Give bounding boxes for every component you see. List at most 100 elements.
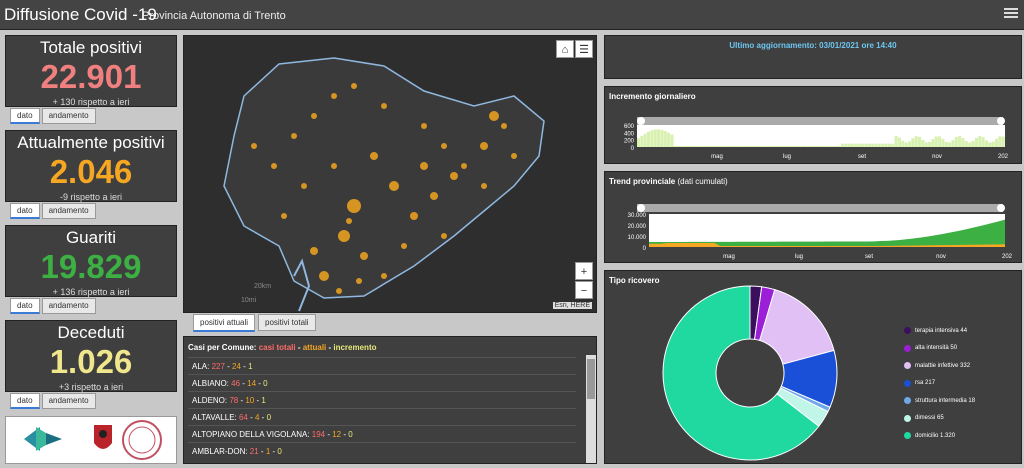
map-point[interactable] (441, 233, 447, 239)
map-point[interactable] (410, 212, 418, 220)
tab-positivi-totali[interactable]: positivi totali (258, 314, 316, 331)
map-point[interactable] (281, 213, 287, 219)
map-point[interactable] (331, 163, 337, 169)
range-slider-track[interactable] (637, 204, 1003, 212)
chart-canvas[interactable]: 30.000 20.000 10.000 0 mag lug set nov 202 (605, 172, 1023, 264)
map-point[interactable] (501, 123, 507, 129)
bar (944, 141, 948, 147)
bar (660, 129, 664, 147)
legend-item[interactable]: terapia intensiva 44 (904, 327, 967, 334)
map-point[interactable] (481, 183, 487, 189)
map-point[interactable] (311, 113, 317, 119)
map-point[interactable] (251, 143, 257, 149)
map-point[interactable] (389, 181, 399, 191)
map-point[interactable] (370, 152, 378, 160)
range-slider-handle-start[interactable] (637, 204, 645, 212)
chart-canvas[interactable]: 600400 2000 mag lug set nov 202 (605, 87, 1023, 165)
legend-item[interactable]: malattie infettive 332 (904, 362, 970, 369)
bar (817, 145, 821, 147)
range-slider-track[interactable] (637, 117, 1003, 125)
list-icon[interactable]: ☰ (575, 40, 593, 58)
map-point[interactable] (511, 153, 517, 159)
province-border (223, 57, 545, 299)
range-slider-handle-end[interactable] (997, 204, 1005, 212)
tab-dato[interactable]: dato (10, 108, 40, 124)
legend-swatch (904, 397, 911, 404)
map-point[interactable] (381, 103, 387, 109)
legend-item[interactable]: struttura intermedia 18 (904, 397, 975, 404)
bar (647, 131, 651, 147)
map-point[interactable] (401, 243, 407, 249)
list-item[interactable]: ALDENO: 78 - 10 - 1 (188, 391, 576, 408)
legend-item[interactable]: dimessi 65 (904, 414, 944, 422)
tab-dato[interactable]: dato (10, 298, 40, 314)
map-point[interactable] (360, 252, 368, 260)
map-point[interactable] (336, 288, 342, 294)
map-point[interactable] (420, 162, 428, 170)
bar (794, 145, 798, 147)
list-item[interactable]: ALA: 227 - 24 - 1 (188, 357, 576, 374)
scrollbar-thumb[interactable] (587, 359, 595, 399)
list-item[interactable]: ALTOPIANO DELLA VIGOLANA: 194 - 12 - 0 (188, 425, 576, 442)
map-point[interactable] (356, 278, 362, 284)
zoom-in-button[interactable]: + (575, 262, 593, 280)
map-point[interactable] (489, 111, 499, 121)
tab-positivi-attuali[interactable]: positivi attuali (193, 314, 256, 332)
bar (978, 136, 982, 147)
list-item[interactable]: ALBIANO: 46 - 14 - 0 (188, 374, 576, 391)
map-point[interactable] (291, 133, 297, 139)
comuni-list[interactable]: Casi per Comune: casi totali - attuali -… (183, 336, 597, 464)
legend-label: struttura intermedia (915, 397, 967, 404)
bar (884, 143, 888, 147)
map-point[interactable] (461, 163, 467, 169)
stat-value: 1.026 (49, 343, 133, 380)
legend-item[interactable]: domicilio 1.320 (904, 432, 955, 439)
bar (914, 136, 918, 147)
list-item[interactable]: ALTAVALLE: 64 - 4 - 0 (188, 408, 576, 425)
bar (683, 145, 687, 147)
bar (734, 145, 738, 147)
bar (938, 136, 942, 147)
map-point[interactable] (301, 183, 307, 189)
x-tick-label: lug (795, 254, 803, 260)
map-point[interactable] (331, 93, 337, 99)
map-canvas[interactable] (184, 36, 597, 313)
map-point[interactable] (271, 163, 277, 169)
bar (968, 142, 972, 147)
map-point[interactable] (381, 273, 387, 279)
map-point[interactable] (338, 230, 350, 242)
bar (804, 145, 808, 147)
stat-delta: -9 rispetto a ieri (59, 192, 123, 202)
bar (780, 145, 784, 147)
menu-icon[interactable] (1004, 6, 1018, 20)
map-point[interactable] (450, 172, 458, 180)
map-point[interactable] (347, 199, 361, 213)
map-point[interactable] (430, 192, 438, 200)
tab-dato[interactable]: dato (10, 393, 40, 409)
stat-totale-positivi: Totale positivi 22.901 + 130 rispetto a … (5, 35, 177, 107)
range-slider-handle-start[interactable] (637, 117, 645, 125)
tab-andamento[interactable]: andamento (41, 203, 96, 219)
tab-dato[interactable]: dato (10, 203, 40, 219)
map-point[interactable] (480, 142, 488, 150)
map-point[interactable] (421, 123, 427, 129)
bar (861, 143, 865, 147)
range-slider-handle-end[interactable] (997, 117, 1005, 125)
list-item[interactable]: AMBLAR-DON: 21 - 1 - 0 (188, 442, 576, 459)
map-point[interactable] (346, 218, 352, 224)
home-icon[interactable]: ⌂ (556, 40, 574, 58)
tab-andamento[interactable]: andamento (41, 108, 96, 124)
legend-item[interactable]: alta intensità 50 (904, 344, 957, 352)
map-view[interactable]: ⌂ ☰ + − 10mi 20km Esri, HERE (183, 35, 597, 313)
x-tick-label: 202 (1002, 254, 1013, 260)
tab-andamento[interactable]: andamento (41, 393, 96, 409)
legend-item[interactable]: rsa 217 (904, 379, 935, 387)
map-point[interactable] (319, 271, 329, 281)
map-point[interactable] (351, 83, 357, 89)
tab-andamento[interactable]: andamento (41, 298, 96, 314)
map-point[interactable] (310, 247, 318, 255)
map-point[interactable] (441, 143, 447, 149)
zoom-out-button[interactable]: − (575, 281, 593, 299)
bar (770, 145, 774, 147)
bar (857, 143, 861, 147)
